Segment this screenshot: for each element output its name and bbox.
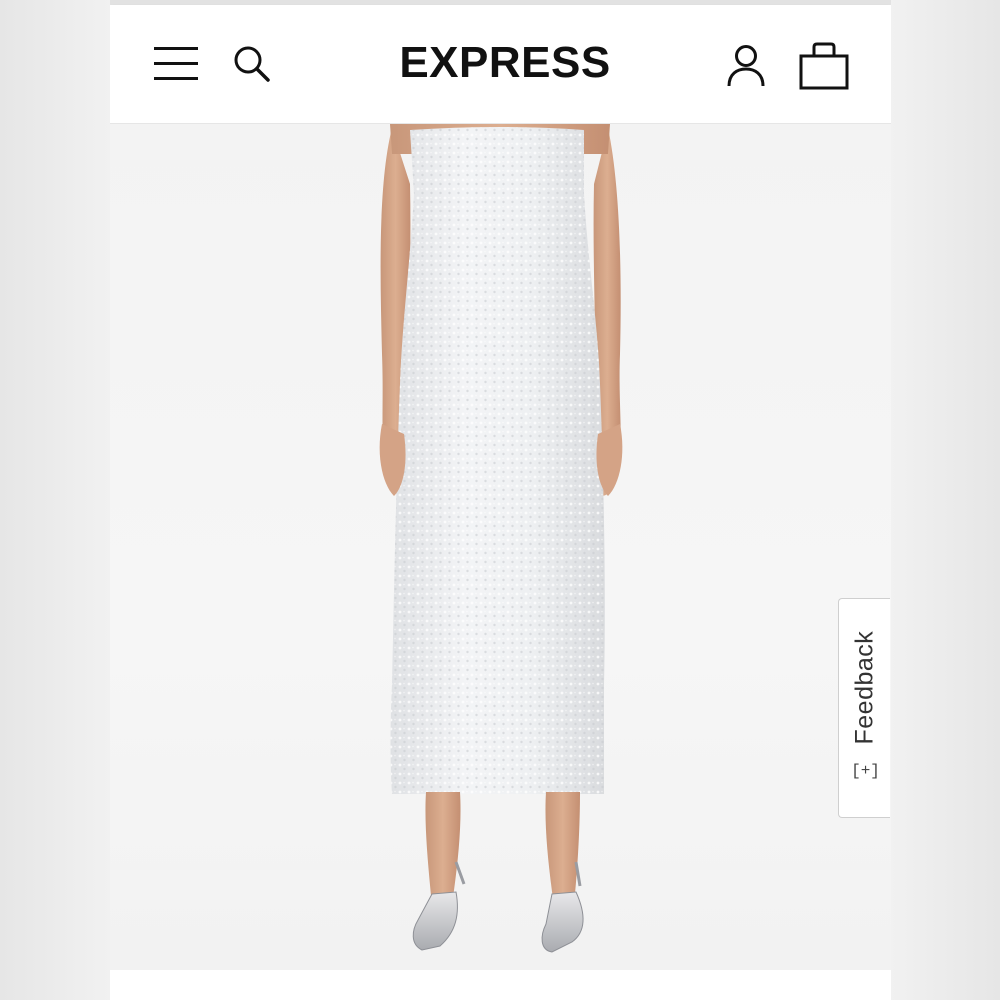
model-right-leg (545, 792, 580, 906)
feedback-label: Feedback (850, 630, 878, 745)
menu-button[interactable] (150, 42, 202, 86)
search-button[interactable] (228, 40, 276, 88)
model-left-leg (425, 792, 461, 906)
shopping-bag-button[interactable] (796, 38, 852, 94)
bottom-bar (110, 970, 891, 1000)
account-button[interactable] (720, 40, 772, 92)
phone-screen: EXPRESS [+] Feedback (110, 0, 891, 1000)
silver-right-heel (541, 891, 584, 953)
site-header: EXPRESS (110, 5, 891, 124)
silver-left-heel (412, 891, 458, 951)
feedback-content: [+] Feedback (850, 631, 879, 786)
shopping-bag-icon (799, 42, 849, 90)
feedback-tab[interactable]: [+] Feedback (838, 598, 890, 818)
brand-logo[interactable]: EXPRESS (350, 35, 660, 91)
user-icon (727, 45, 765, 87)
hamburger-menu-icon (154, 47, 198, 80)
product-image[interactable] (110, 124, 891, 970)
feedback-plus-icon: [+] (850, 761, 879, 780)
search-icon (234, 46, 270, 82)
